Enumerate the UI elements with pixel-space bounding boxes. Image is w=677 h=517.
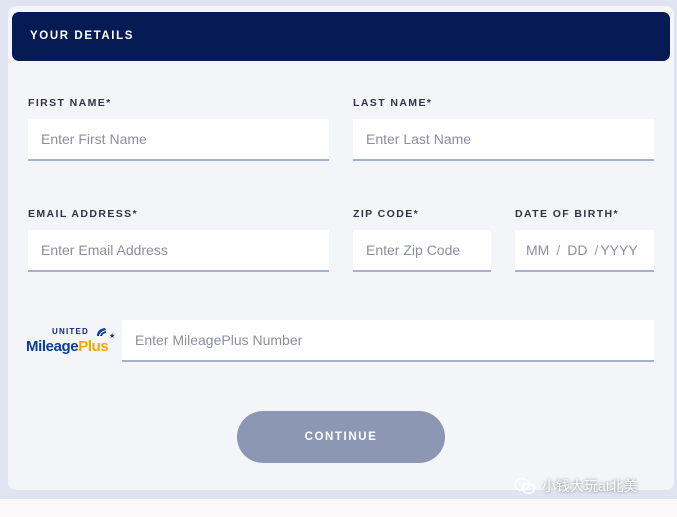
email-input[interactable]	[28, 230, 329, 270]
first-name-field	[28, 119, 329, 161]
zip-code-input[interactable]	[353, 230, 491, 270]
date-of-birth-field[interactable]: MM / DD / YYYY	[515, 230, 654, 272]
page-bottom-strip	[0, 499, 677, 517]
logo-united-text: UNITED	[52, 327, 89, 336]
mileageplus-input[interactable]	[122, 320, 654, 360]
mileageplus-field	[122, 320, 654, 362]
dob-separator: /	[594, 242, 599, 258]
zip-code-field	[353, 230, 491, 272]
last-name-label: LAST NAME*	[353, 97, 433, 109]
dob-separator: /	[556, 242, 561, 258]
dob-year[interactable]: YYYY	[600, 242, 637, 258]
date-of-birth-placeholder: MM / DD / YYYY	[515, 230, 638, 270]
dob-day[interactable]: DD	[567, 242, 587, 258]
dob-month[interactable]: MM	[526, 242, 549, 258]
first-name-label: FIRST NAME*	[28, 97, 112, 109]
first-name-input[interactable]	[28, 119, 329, 159]
logo-brand: MileagePlus	[26, 338, 109, 355]
last-name-input[interactable]	[353, 119, 654, 159]
zip-code-label: ZIP CODE*	[353, 208, 420, 220]
star-icon: ★	[109, 333, 116, 340]
united-mileageplus-logo: UNITED MileagePlus ★	[26, 327, 116, 359]
section-header: YOUR DETAILS	[12, 12, 670, 61]
logo-brand-main: Mileage	[26, 338, 79, 355]
last-name-field	[353, 119, 654, 161]
watermark: 小钱大玩at北美	[514, 476, 638, 496]
email-field	[28, 230, 329, 272]
date-of-birth-label: DATE OF BIRTH*	[515, 208, 619, 220]
watermark-text: 小钱大玩at北美	[542, 478, 638, 494]
email-label: EMAIL ADDRESS*	[28, 208, 139, 220]
wechat-icon	[514, 477, 536, 495]
globe-icon	[97, 328, 106, 336]
continue-button[interactable]: CONTINUE	[237, 411, 445, 463]
logo-brand-accent: Plus	[78, 338, 109, 355]
section-title: YOUR DETAILS	[30, 30, 134, 42]
